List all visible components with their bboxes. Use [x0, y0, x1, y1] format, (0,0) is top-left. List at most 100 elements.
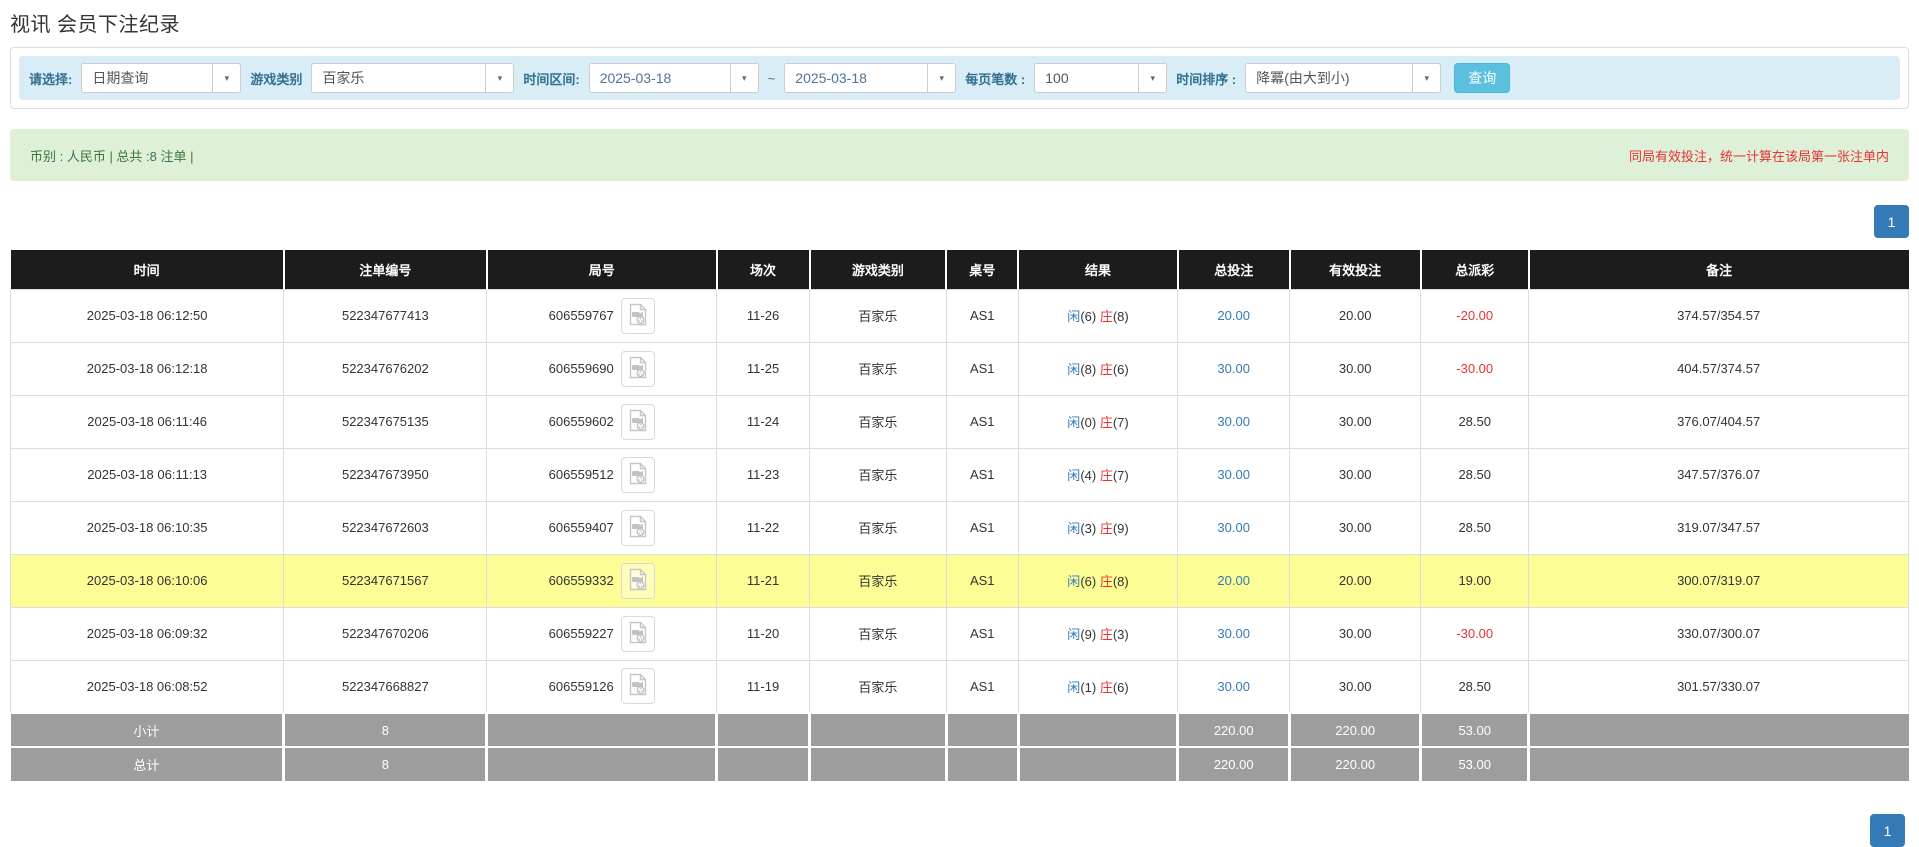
total-bet-link[interactable]: 30.00: [1217, 626, 1250, 641]
remark-cell: 330.07/300.07: [1528, 606, 1909, 661]
result-player: 闲: [1067, 468, 1081, 483]
chevron-down-icon: ▾: [212, 64, 240, 92]
table-header-row: 时间 注单编号 局号 场次 游戏类别 桌号 结果 总投注 有效投注 总派彩 备注: [10, 250, 1909, 289]
page-title: 视讯 会员下注纪录: [10, 14, 181, 36]
time-cell: 2025-03-18 06:12:50: [9, 288, 285, 343]
round-cell: 606559227: [486, 606, 718, 661]
column-header-3: 局号: [486, 250, 718, 289]
chevron-down-icon: ▾: [1138, 64, 1166, 92]
total-bet-link[interactable]: 30.00: [1217, 361, 1250, 376]
time-range-label: 时间区间:: [523, 71, 580, 87]
bet-id-cell: 522347676202: [283, 341, 488, 396]
video-replay-icon: [628, 303, 648, 329]
grand-total-row: 总计 8 220.00 220.00 53.00: [10, 746, 1909, 781]
result-banker: 庄: [1099, 627, 1113, 642]
total-bet-link[interactable]: 30.00: [1217, 467, 1250, 482]
page-1-button[interactable]: 1: [1874, 205, 1909, 238]
table-number-cell: AS1: [945, 447, 1019, 502]
total-bet-link[interactable]: 20.00: [1217, 573, 1250, 588]
subtotal-row: 小计 8 220.00 220.00 53.00: [10, 712, 1909, 747]
round-cell: 606559690: [486, 341, 718, 396]
footer-payout: 53.00: [1420, 746, 1531, 781]
total-bet-link[interactable]: 30.00: [1217, 520, 1250, 535]
footer-table: [946, 712, 1020, 747]
column-header-1: 时间: [10, 250, 285, 289]
game-type-cell: 百家乐: [809, 500, 947, 555]
video-replay-button[interactable]: [620, 297, 655, 334]
footer-remark: [1528, 712, 1909, 747]
result-player-score: (8): [1080, 362, 1100, 377]
result-banker-score: (6): [1112, 362, 1129, 377]
summary-bar: 币别 : 人民币 | 总共 :8 注单 | 同局有效投注，统一计算在该局第一张注…: [10, 129, 1909, 181]
game-type-select[interactable]: 百家乐 ▾: [311, 63, 515, 93]
remark-cell: 404.57/374.57: [1528, 341, 1909, 396]
session-cell: 11-19: [716, 659, 811, 714]
total-bet-link[interactable]: 30.00: [1217, 414, 1250, 429]
table-number-cell: AS1: [945, 606, 1019, 661]
table-number-cell: AS1: [945, 659, 1019, 714]
video-replay-button[interactable]: [620, 403, 655, 440]
video-replay-button[interactable]: [620, 350, 655, 387]
query-type-select[interactable]: 日期查询 ▾: [81, 63, 242, 93]
result-banker: 庄: [1099, 362, 1113, 377]
video-replay-icon: [628, 409, 648, 435]
valid-bet-cell: 20.00: [1289, 553, 1422, 608]
column-header-8: 总投注: [1177, 250, 1291, 289]
valid-bet-cell: 30.00: [1289, 606, 1422, 661]
round-cell: 606559602: [486, 394, 718, 449]
video-replay-button[interactable]: [620, 509, 655, 546]
game-type-cell: 百家乐: [809, 288, 947, 343]
remark-cell: 347.57/376.07: [1528, 447, 1909, 502]
video-replay-icon: [628, 356, 648, 382]
result-banker-score: (7): [1112, 415, 1129, 430]
footer-bet-count: 8: [283, 746, 489, 781]
page-size-value: 100: [1045, 70, 1069, 86]
result-banker-score: (8): [1112, 574, 1129, 589]
pagination-bottom: 1: [1870, 814, 1905, 847]
game-type-cell: 百家乐: [809, 394, 947, 449]
table-number-cell: AS1: [945, 288, 1019, 343]
video-replay-button[interactable]: [620, 562, 655, 599]
column-header-2: 注单编号: [283, 250, 488, 289]
page-1-button-bottom[interactable]: 1: [1870, 814, 1905, 847]
summary-note: 同局有效投注，统一计算在该局第一张注单内: [1628, 148, 1889, 164]
remark-cell: 376.07/404.57: [1528, 394, 1909, 449]
time-cell: 2025-03-18 06:09:32: [9, 606, 285, 661]
result-cell: 闲(6) 庄(8): [1017, 288, 1179, 343]
game-type-cell: 百家乐: [809, 553, 947, 608]
video-replay-button[interactable]: [620, 615, 655, 652]
table-row: 2025-03-18 06:12:18 522347676202 606559690…: [9, 341, 1909, 396]
session-cell: 11-20: [716, 606, 811, 661]
date-to-select[interactable]: 2025-03-18 ▾: [784, 63, 957, 93]
round-id: 606559407: [548, 520, 614, 535]
table-row: 2025-03-18 06:11:46 522347675135 606559602…: [9, 394, 1909, 449]
footer-game: [809, 746, 948, 781]
total-bet-link[interactable]: 30.00: [1217, 679, 1250, 694]
total-bet-link[interactable]: 20.00: [1217, 308, 1250, 323]
result-player-score: (3): [1080, 521, 1100, 536]
total-bet-cell: 30.00: [1177, 606, 1291, 661]
result-player: 闲: [1067, 679, 1081, 695]
result-banker: 庄: [1099, 468, 1113, 483]
footer-payout: 53.00: [1420, 712, 1531, 747]
page-size-select[interactable]: 100 ▾: [1034, 63, 1168, 93]
round-id: 606559512: [548, 467, 614, 482]
result-banker: 庄: [1099, 309, 1113, 324]
session-cell: 11-23: [716, 447, 811, 502]
search-button[interactable]: 查询: [1454, 63, 1511, 93]
query-type-label: 请选择:: [29, 71, 73, 87]
video-replay-icon: [628, 673, 648, 699]
result-player: 闲: [1067, 574, 1081, 589]
chevron-down-icon: ▾: [729, 64, 758, 92]
video-replay-button[interactable]: [620, 456, 655, 493]
remark-cell: 319.07/347.57: [1528, 500, 1909, 555]
chevron-down-icon: ▾: [927, 64, 955, 92]
filter-bar: 请选择: 日期查询 ▾ 游戏类别 百家乐 ▾ 时间区间: 2025-03-18 …: [19, 56, 1900, 100]
sort-select[interactable]: 降冪(由大到小) ▾: [1245, 63, 1442, 93]
page-size-label: 每页笔数 :: [965, 71, 1026, 87]
result-cell: 闲(4) 庄(7): [1017, 447, 1179, 502]
payout-cell: -30.00: [1420, 341, 1530, 396]
video-replay-button[interactable]: [620, 668, 655, 705]
date-from-select[interactable]: 2025-03-18 ▾: [588, 63, 759, 93]
table-number-cell: AS1: [945, 394, 1019, 449]
